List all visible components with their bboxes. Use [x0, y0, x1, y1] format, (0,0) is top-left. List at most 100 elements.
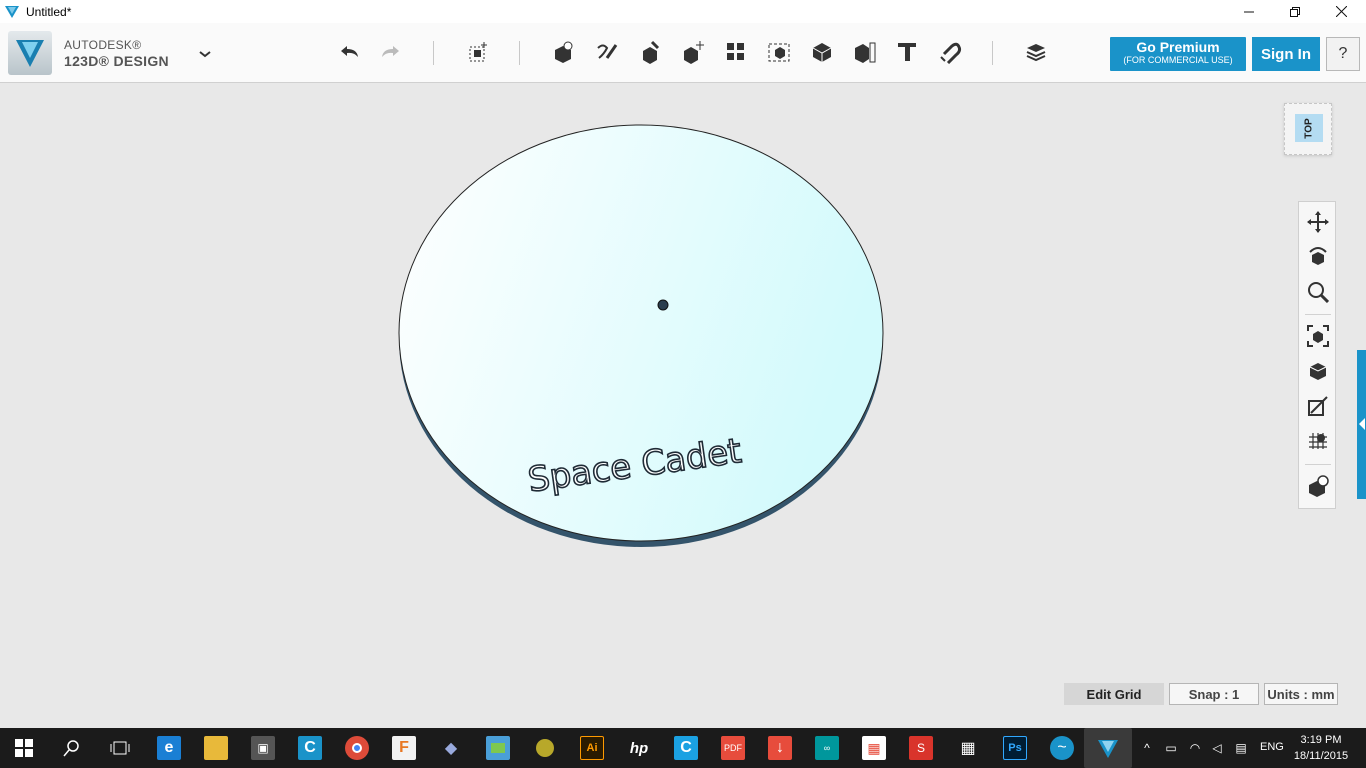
- orbit-icon: [1309, 247, 1327, 265]
- taskbar-photos[interactable]: [486, 736, 510, 760]
- taskbar-fusion[interactable]: F: [392, 736, 416, 760]
- view-cube-label: TOP: [1303, 117, 1315, 139]
- brand-product: 123D® DESIGN: [64, 53, 169, 69]
- pattern-button[interactable]: [721, 37, 751, 67]
- fit-button[interactable]: [1306, 324, 1330, 348]
- redo-button[interactable]: [376, 37, 406, 67]
- taskbar-arduino[interactable]: ∞: [815, 736, 839, 760]
- taskbar-tiles[interactable]: ▦: [862, 736, 886, 760]
- task-view-button[interactable]: [108, 736, 132, 760]
- grid-icon: [1309, 433, 1327, 449]
- taskbar-explorer[interactable]: [204, 736, 228, 760]
- snap-icon: [940, 42, 962, 64]
- grouping-button[interactable]: [764, 37, 794, 67]
- view-cube-top-face[interactable]: TOP: [1295, 114, 1323, 142]
- taskbar-123d-design[interactable]: [1084, 728, 1132, 768]
- material-button[interactable]: [1021, 37, 1051, 67]
- materials-outline-button[interactable]: [1306, 394, 1330, 418]
- text-icon: [898, 43, 916, 61]
- 3d-viewport[interactable]: Space Cadet: [0, 84, 1366, 728]
- taskbar-chrome[interactable]: [345, 736, 369, 760]
- 123d-taskbar-icon: [1098, 740, 1118, 758]
- taskbar-store[interactable]: ▣: [251, 736, 275, 760]
- undo-button[interactable]: [334, 37, 364, 67]
- construct-button[interactable]: [635, 37, 665, 67]
- taskbar-sketchup[interactable]: S: [909, 736, 933, 760]
- taskbar-hp[interactable]: hp: [627, 736, 651, 760]
- modify-button[interactable]: [678, 37, 708, 67]
- orbit-button[interactable]: [1306, 245, 1330, 269]
- pan-button[interactable]: [1306, 210, 1330, 234]
- taskbar-photoshop[interactable]: Ps: [1003, 736, 1027, 760]
- combine-button[interactable]: [807, 37, 837, 67]
- tiles-icon: ▦: [867, 739, 881, 756]
- taskbar: e ▣ C F ◆ Ai hp C PDF ↓ ∞ ▦ S ▦ Ps ~ ^ ▭…: [0, 728, 1366, 768]
- fit-icon: [1307, 325, 1329, 347]
- blue-app-icon: ~: [1057, 739, 1067, 756]
- restore-icon: [1290, 6, 1300, 17]
- snap-button[interactable]: [935, 37, 965, 67]
- taskbar-edge[interactable]: e: [157, 736, 181, 760]
- toolbar-divider: [519, 41, 520, 65]
- go-premium-label: Go Premium: [1136, 39, 1220, 55]
- wifi-icon[interactable]: ◠: [1186, 739, 1204, 757]
- go-premium-sublabel: (FOR COMMERCIAL USE): [1123, 55, 1233, 65]
- store-icon: ▣: [257, 741, 269, 755]
- side-panel-toggle[interactable]: [1357, 350, 1366, 499]
- modify-icon: [684, 41, 704, 64]
- taskbar-pdf[interactable]: PDF: [721, 736, 745, 760]
- help-button[interactable]: ?: [1326, 37, 1360, 71]
- app-menu-button[interactable]: [8, 31, 52, 75]
- tray-chevron-up-icon[interactable]: ^: [1138, 739, 1156, 757]
- taskbar-illustrator[interactable]: Ai: [580, 736, 604, 760]
- navbar-divider: [1305, 464, 1331, 465]
- battery-icon[interactable]: ▭: [1162, 739, 1180, 757]
- app-window: Untitled* AUTODESK® 123D® DESIGN Go Prem…: [0, 0, 1366, 768]
- language-indicator[interactable]: ENG: [1260, 741, 1284, 753]
- edit-grid-button[interactable]: Edit Grid: [1064, 683, 1164, 705]
- search-button[interactable]: [60, 736, 84, 760]
- sketch-button[interactable]: [592, 37, 622, 67]
- pan-icon: [1307, 211, 1329, 233]
- redo-icon: [382, 46, 399, 57]
- minimize-button[interactable]: [1226, 0, 1272, 23]
- primitives-button[interactable]: [548, 37, 578, 67]
- snap-field[interactable]: Snap : 1: [1169, 683, 1259, 705]
- chevron-down-icon[interactable]: [196, 45, 214, 63]
- sign-in-button[interactable]: Sign In: [1252, 37, 1320, 71]
- taskbar-globe[interactable]: [533, 736, 557, 760]
- view-cube[interactable]: TOP: [1284, 103, 1332, 155]
- illustrator-icon: Ai: [586, 742, 598, 754]
- transform-button[interactable]: [463, 37, 493, 67]
- clock[interactable]: 3:19 PM 18/11/2015: [1290, 732, 1352, 764]
- zoom-button[interactable]: [1306, 280, 1330, 304]
- taskbar-download[interactable]: ↓: [768, 736, 792, 760]
- c2-app-icon: C: [680, 739, 692, 756]
- taskbar-cura[interactable]: ◆: [439, 736, 463, 760]
- chrome-icon: [352, 743, 362, 753]
- grouping-icon: [768, 43, 790, 62]
- view-solid-button[interactable]: [1306, 359, 1330, 383]
- maximize-button[interactable]: [1272, 0, 1318, 23]
- taskbar-blue-app[interactable]: ~: [1050, 736, 1074, 760]
- taskbar-calendar[interactable]: ▦: [956, 736, 980, 760]
- start-button[interactable]: [12, 736, 36, 760]
- grid-button[interactable]: [1306, 428, 1330, 452]
- clock-time: 3:19 PM: [1300, 734, 1342, 746]
- close-button[interactable]: [1318, 0, 1364, 23]
- measure-button[interactable]: [850, 37, 880, 67]
- go-premium-button[interactable]: Go Premium (FOR COMMERCIAL USE): [1110, 37, 1246, 71]
- units-field[interactable]: Units : mm: [1264, 683, 1338, 705]
- calendar-icon: ▦: [960, 740, 976, 757]
- navbar-divider: [1305, 314, 1331, 315]
- volume-icon[interactable]: ◁: [1208, 739, 1226, 757]
- taskbar-c-app[interactable]: C: [298, 736, 322, 760]
- windows-logo-icon: [15, 739, 33, 757]
- notifications-icon[interactable]: ▤: [1232, 739, 1250, 757]
- taskbar-c2-app[interactable]: C: [674, 736, 698, 760]
- physical-material-button[interactable]: [1306, 474, 1330, 498]
- title-bar: Untitled*: [0, 0, 1366, 23]
- combine-icon: [812, 43, 832, 62]
- scene-canvas: Space Cadet: [398, 124, 884, 547]
- text-button[interactable]: [892, 37, 922, 67]
